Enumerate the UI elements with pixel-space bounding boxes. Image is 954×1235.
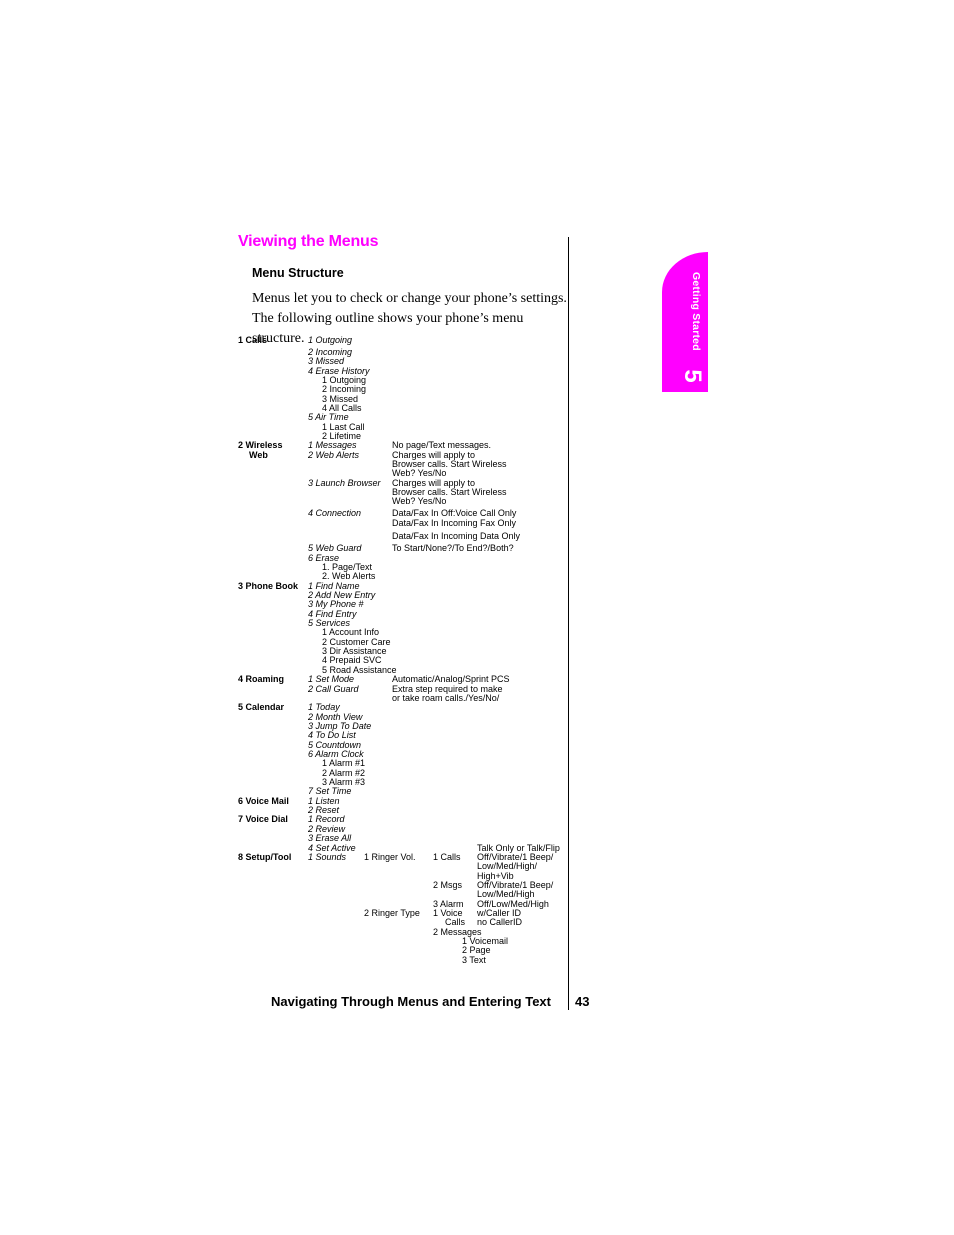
menu-item: 1 Outgoing (308, 335, 353, 345)
footer-chapter-title: Navigating Through Menus and Entering Te… (271, 994, 551, 1009)
menu-item: 3 Launch Browser (308, 478, 381, 488)
menu-subitem: No page/Text messages. (392, 440, 492, 450)
menu-subitem: Data/Fax In Off:Voice Call Only (392, 508, 517, 518)
menu-subitem: 1 Calls (433, 852, 461, 862)
menu-item: 7 Set Time (308, 786, 352, 796)
menu-subitem: 1 Alarm #1 (322, 758, 366, 768)
menu-subitem: Low/Med/High/ (477, 861, 538, 871)
menu-subitem: Calls (445, 917, 466, 927)
menu-subitem: 4 Prepaid SVC (322, 655, 382, 665)
menu-item: 3 Missed (308, 356, 345, 366)
menu-subitem: Data/Fax In Incoming Fax Only (392, 518, 517, 528)
menu-item: 1 Today (308, 702, 340, 712)
menu-subitem: 3 Text (462, 955, 486, 965)
menu-subitem: Low/Med/High (477, 889, 535, 899)
menu-subitem: To Start/None?/To End?/Both? (392, 543, 514, 553)
menu-item: 5 Web Guard (308, 543, 362, 553)
menu-item: 1 Record (308, 814, 345, 824)
menu-item: 1 Set Mode (308, 674, 355, 684)
menu-item: 2 Call Guard (308, 684, 359, 694)
menu-item: 3 My Phone # (308, 599, 364, 609)
menu-subitem: Data/Fax In Incoming Data Only (392, 531, 521, 541)
menu-item: 4 Connection (308, 508, 362, 518)
menu-category: Web (249, 450, 268, 460)
menu-item: 3 Erase All (308, 833, 352, 843)
menu-subitem: 2 Msgs (433, 880, 463, 890)
menu-category: 2 Wireless (238, 440, 283, 450)
menu-item: 2 Web Alerts (308, 450, 360, 460)
menu-subitem: 2 Incoming (322, 384, 367, 394)
menu-subitem: 2. Web Alerts (322, 571, 376, 581)
menu-item: 5 Air Time (308, 412, 349, 422)
menu-subitem: or take roam calls./Yes/No/ (392, 693, 500, 703)
menu-category: 5 Calendar (238, 702, 285, 712)
menu-category: 7 Voice Dial (238, 814, 288, 824)
menu-category: 8 Setup/Tool (238, 852, 292, 862)
menu-subitem: 2 Ringer Type (364, 908, 420, 918)
menu-subitem: Web? Yes/No (392, 468, 447, 478)
page-number: 43 (575, 994, 590, 1009)
menu-category: 3 Phone Book (238, 581, 299, 591)
menu-item: 1 Sounds (308, 852, 347, 862)
menu-category: 1 Calls (238, 335, 268, 345)
menu-item: 1 Messages (308, 440, 357, 450)
menu-item: 4 To Do List (308, 730, 356, 740)
menu-subitem: no CallerID (477, 917, 523, 927)
menu-subitem: 1 Ringer Vol. (364, 852, 416, 862)
menu-subitem: 1 Account Info (322, 627, 380, 637)
menu-category: 6 Voice Mail (238, 796, 289, 806)
menu-subitem: 2 Page (462, 945, 491, 955)
menu-subitem: Web? Yes/No (392, 496, 447, 506)
menu-subitem: Automatic/Analog/Sprint PCS (392, 674, 510, 684)
menu-outline: 1 Calls 1 Outgoing 2 Incoming 3 Missed 4 Era… (0, 0, 954, 1000)
menu-category: 4 Roaming (238, 674, 285, 684)
